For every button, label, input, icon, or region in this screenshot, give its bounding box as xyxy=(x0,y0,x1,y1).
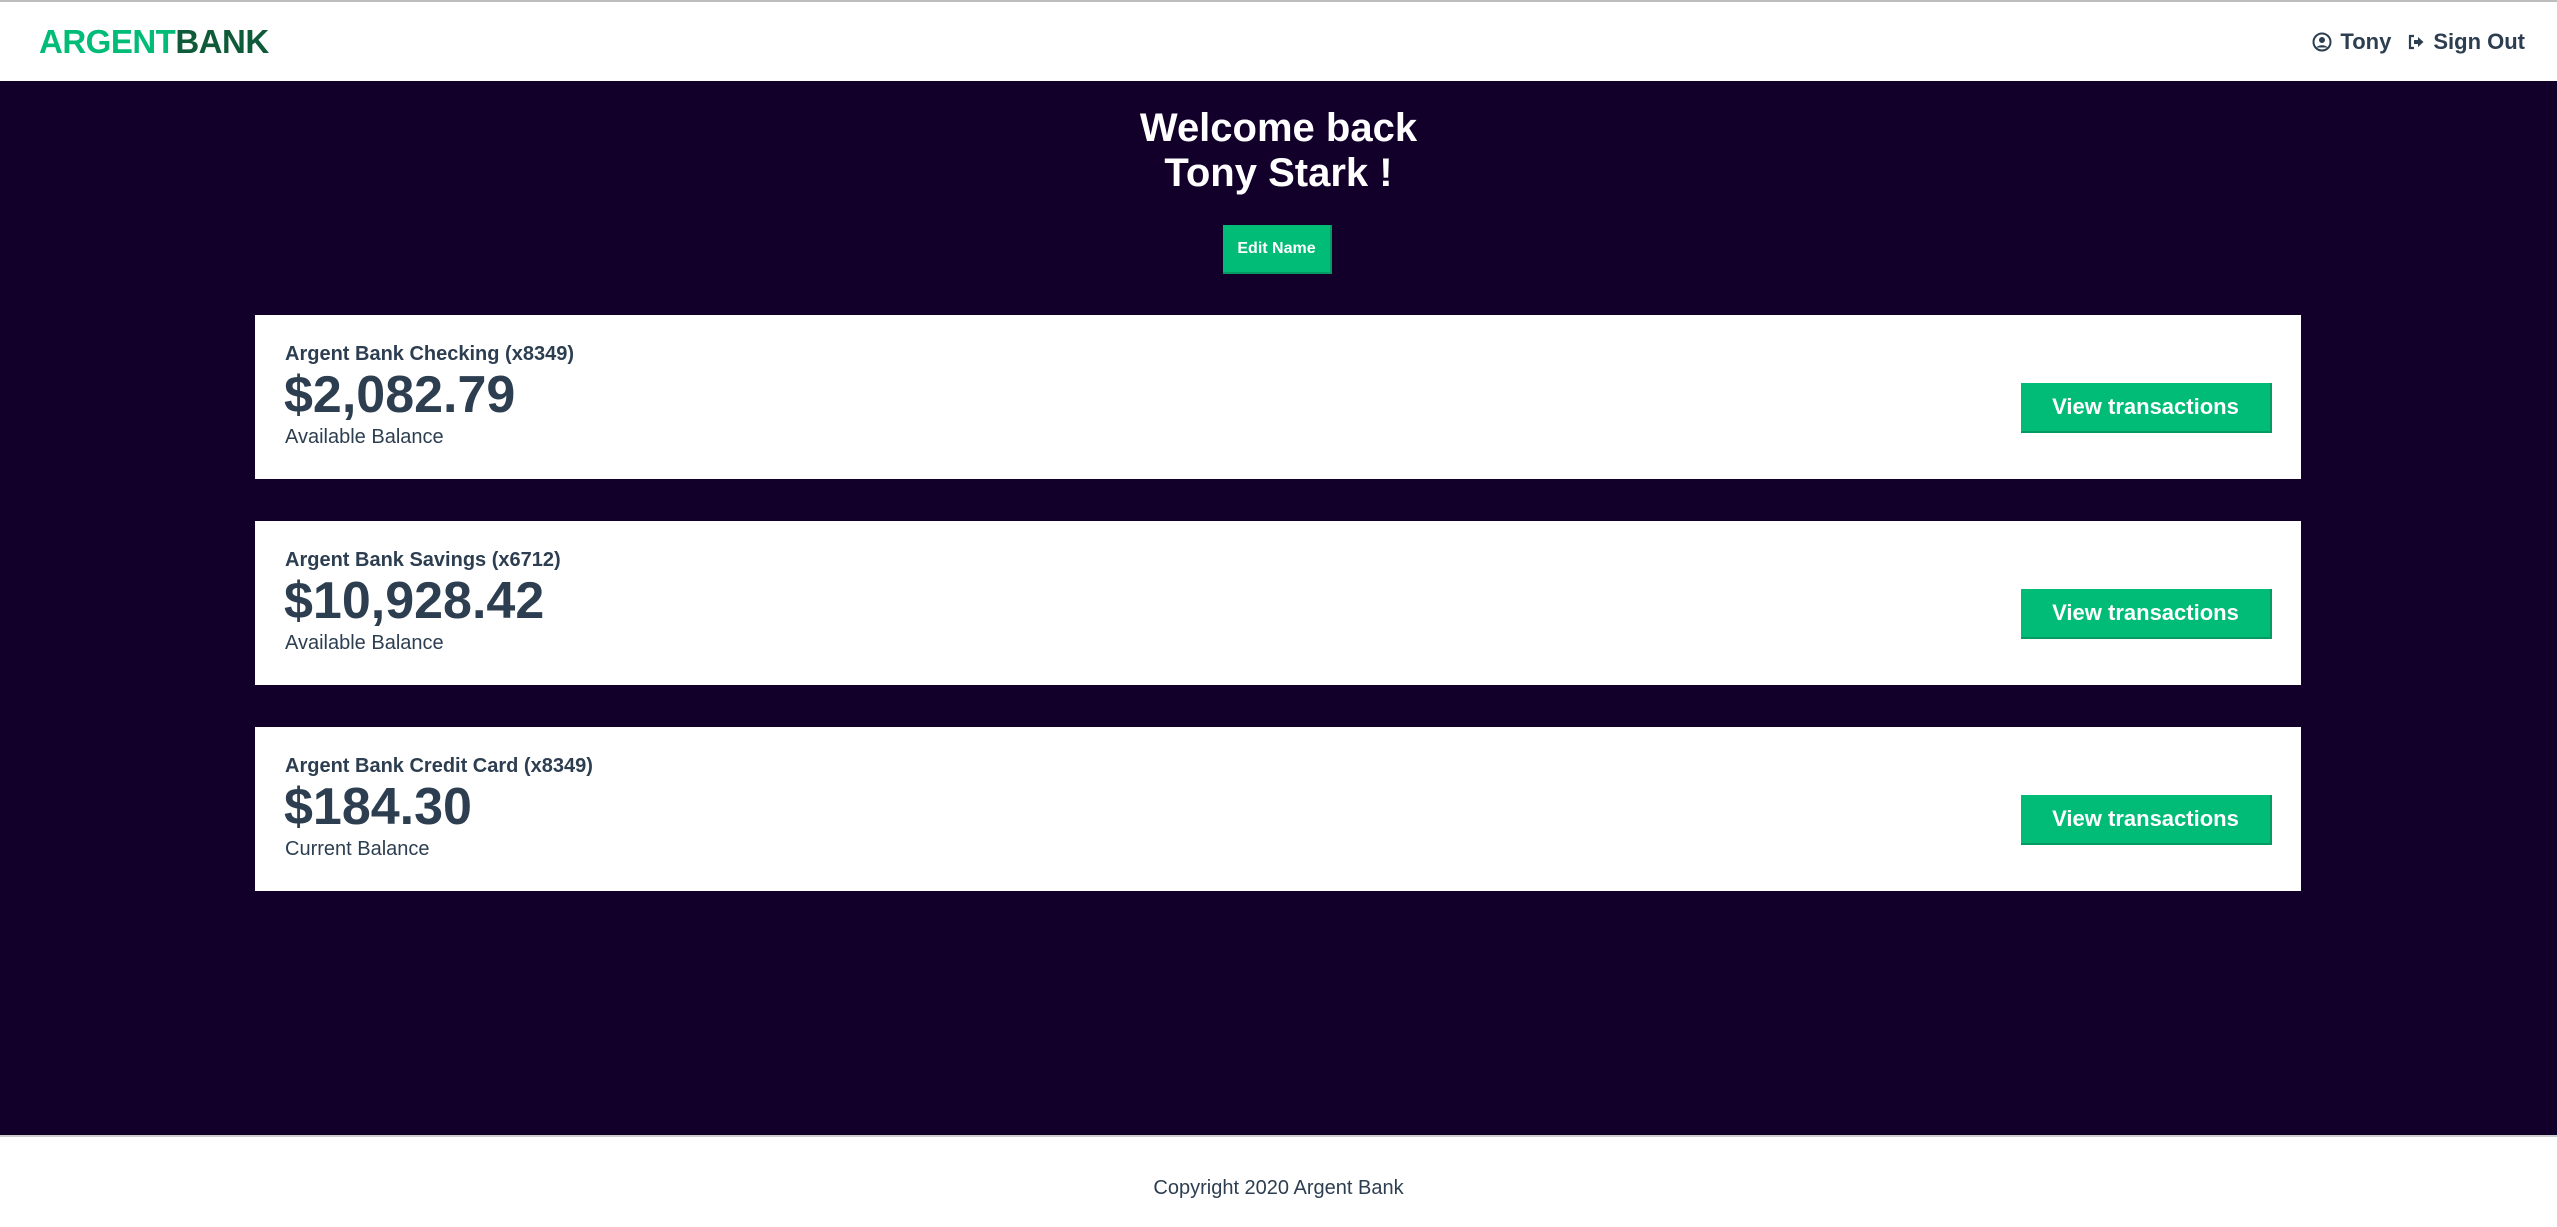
view-transactions-button[interactable]: View transactions xyxy=(2021,795,2272,845)
sign-out-icon xyxy=(2407,33,2425,51)
user-circle-icon xyxy=(2312,32,2332,52)
edit-name-button[interactable]: Edit Name xyxy=(1223,225,1332,274)
sign-out-label: Sign Out xyxy=(2433,28,2525,54)
nav-user-menu: Tony Sign Out xyxy=(2312,29,2525,55)
argent-bank-logo[interactable]: ARGENT BANK xyxy=(39,25,269,58)
logo-text-bank: BANK xyxy=(175,23,269,60)
welcome-line-1: Welcome back xyxy=(1139,106,1418,150)
welcome-line-2: Tony Stark ! xyxy=(1164,151,1393,195)
logo-text-argent: ARGENT xyxy=(39,23,176,60)
welcome-heading: Welcome back Tony Stark ! xyxy=(0,106,2557,196)
user-profile-link[interactable]: Tony xyxy=(2312,29,2391,55)
footer: Copyright 2020 Argent Bank xyxy=(0,1135,2557,1227)
page: ARGENT BANK Tony Sign Out Welcome back T… xyxy=(0,0,2557,1227)
account-amount-description: Available Balance xyxy=(285,632,444,654)
account-title: Argent Bank Credit Card (x8349) xyxy=(285,755,593,777)
account-title: Argent Bank Savings (x6712) xyxy=(285,549,561,571)
account-amount-description: Available Balance xyxy=(285,426,444,448)
account-amount: $10,928.42 xyxy=(284,572,545,630)
account-card-credit: Argent Bank Credit Card (x8349) $184.30 … xyxy=(255,727,2301,891)
copyright-text: Copyright 2020 Argent Bank xyxy=(1153,1177,1404,1199)
account-amount: $2,082.79 xyxy=(284,366,516,424)
main-content: Welcome back Tony Stark ! Edit Name Arge… xyxy=(0,81,2557,1135)
sign-out-link[interactable]: Sign Out xyxy=(2407,29,2525,55)
account-amount-description: Current Balance xyxy=(285,838,430,860)
account-card-savings: Argent Bank Savings (x6712) $10,928.42 A… xyxy=(255,521,2301,685)
top-nav: ARGENT BANK Tony Sign Out xyxy=(0,0,2557,81)
view-transactions-button[interactable]: View transactions xyxy=(2021,383,2272,433)
account-card-checking: Argent Bank Checking (x8349) $2,082.79 A… xyxy=(255,315,2301,479)
account-title: Argent Bank Checking (x8349) xyxy=(285,343,574,365)
view-transactions-button[interactable]: View transactions xyxy=(2021,589,2272,639)
user-name: Tony xyxy=(2340,28,2392,54)
account-amount: $184.30 xyxy=(284,778,472,836)
